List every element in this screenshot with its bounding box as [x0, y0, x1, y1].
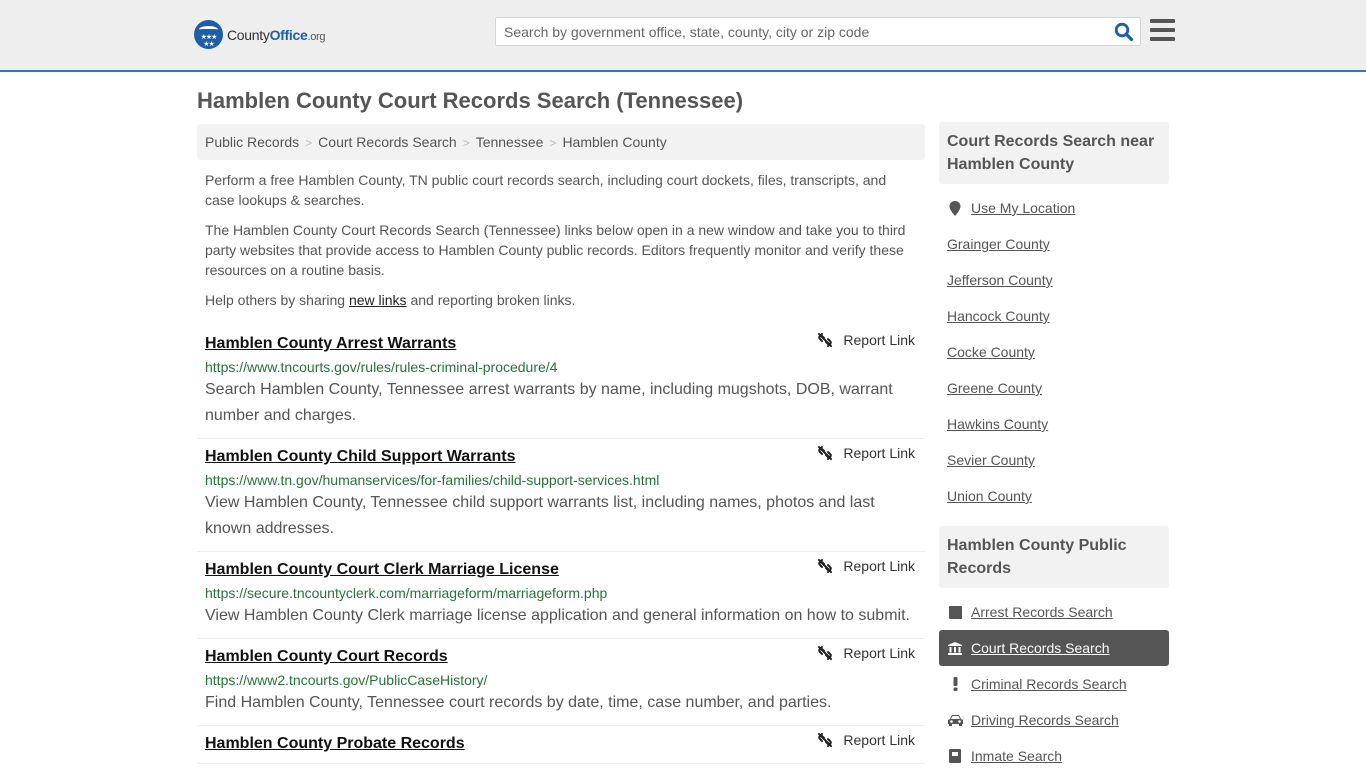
result-item: Hamblen County Arrest Warrants https://w…	[197, 326, 925, 439]
courthouse-icon	[947, 641, 963, 655]
public-records-list: Arrest Records Search Court Records Sear…	[939, 588, 1169, 782]
arrest-records-link[interactable]: Arrest Records Search	[971, 604, 1113, 620]
report-link-button[interactable]: Report Link	[817, 445, 915, 461]
inmate-icon	[947, 749, 963, 763]
result-item: Hamblen County Probate Records Report Li…	[197, 726, 925, 764]
nearby-county-link[interactable]: Grainger County	[947, 236, 1050, 252]
report-link-button[interactable]: Report Link	[817, 332, 915, 348]
breadcrumb-public-records[interactable]: Public Records	[205, 134, 299, 150]
result-item: Hamblen County Court Clerk Marriage Lice…	[197, 552, 925, 639]
records-item-criminal: Criminal Records Search	[939, 666, 1169, 702]
search-input[interactable]	[496, 18, 1106, 45]
result-url[interactable]: https://secure.tncountyclerk.com/marriag…	[205, 583, 917, 603]
result-description: Find Hamblen County, Tennessee court rec…	[205, 694, 832, 711]
logo-text: CountyOffice.org	[227, 26, 326, 43]
use-my-location-item: Use My Location	[939, 190, 1169, 226]
report-link-button[interactable]: Report Link	[817, 732, 915, 748]
broken-link-icon	[818, 733, 833, 747]
nearby-heading: Court Records Search near Hamblen County	[939, 122, 1169, 184]
result-title-link[interactable]: Hamblen County Arrest Warrants	[205, 334, 456, 354]
breadcrumb-tennessee[interactable]: Tennessee	[476, 134, 544, 150]
public-records-heading: Hamblen County Public Records	[939, 526, 1169, 588]
result-title-link[interactable]: Hamblen County Child Support Warrants	[205, 447, 516, 467]
breadcrumb-hamblen-county[interactable]: Hamblen County	[562, 134, 666, 150]
driving-records-link[interactable]: Driving Records Search	[971, 712, 1119, 728]
exclamation-icon	[947, 677, 963, 691]
nearby-county-item: Greene County	[939, 370, 1169, 406]
breadcrumb-separator: >	[462, 136, 470, 150]
intro-paragraph: The Hamblen County Court Records Search …	[205, 222, 906, 278]
records-item-driving: Driving Records Search	[939, 702, 1169, 738]
nearby-county-link[interactable]: Union County	[947, 488, 1032, 504]
nearby-county-item: Union County	[939, 478, 1169, 514]
nearby-county-link[interactable]: Hancock County	[947, 308, 1050, 324]
broken-link-icon	[818, 646, 833, 660]
nearby-county-link[interactable]: Hawkins County	[947, 416, 1048, 432]
breadcrumb-court-records-search[interactable]: Court Records Search	[318, 134, 457, 150]
report-link-button[interactable]: Report Link	[817, 558, 915, 574]
breadcrumb-separator: >	[305, 136, 313, 150]
result-url[interactable]: https://www.tncourts.gov/rules/rules-cri…	[205, 357, 917, 377]
breadcrumb-separator: >	[549, 136, 557, 150]
report-link-button[interactable]: Report Link	[817, 645, 915, 661]
nearby-county-item: Cocke County	[939, 334, 1169, 370]
result-title-link[interactable]: Hamblen County Probate Records	[205, 734, 465, 754]
breadcrumb: Public Records > Court Records Search > Tenn…	[197, 124, 925, 160]
nearby-county-link[interactable]: Jefferson County	[947, 272, 1053, 288]
broken-link-icon	[818, 559, 833, 573]
inmate-search-link[interactable]: Inmate Search	[971, 748, 1062, 764]
new-links-link[interactable]: new links	[349, 292, 407, 308]
top-bar: ★★★ ★★ CountyOffice.org	[0, 0, 1366, 72]
square-icon	[947, 605, 963, 619]
nearby-county-item: Hawkins County	[939, 406, 1169, 442]
site-logo[interactable]: ★★★ ★★ CountyOffice.org	[194, 20, 326, 49]
records-item-court: Court Records Search	[939, 630, 1169, 666]
car-icon	[947, 714, 963, 726]
result-url[interactable]: https://www2.tncourts.gov/PublicCaseHist…	[205, 670, 917, 690]
result-description: View Hamblen County, Tennessee child sup…	[205, 494, 875, 537]
records-item-inmate: Inmate Search	[939, 738, 1169, 774]
eagle-logo-icon: ★★★ ★★	[194, 20, 223, 49]
sidebar: Court Records Search near Hamblen County…	[939, 122, 1169, 782]
records-item-arrest: Arrest Records Search	[939, 594, 1169, 630]
page-title: Hamblen County Court Records Search (Ten…	[197, 88, 744, 113]
search-box	[495, 17, 1141, 46]
result-description: Search Hamblen County, Tennessee arrest …	[205, 381, 893, 424]
result-title-link[interactable]: Hamblen County Court Clerk Marriage Lice…	[205, 560, 559, 580]
results-list: Hamblen County Arrest Warrants https://w…	[197, 326, 925, 764]
nearby-county-item: Grainger County	[939, 226, 1169, 262]
map-marker-icon	[947, 200, 963, 216]
criminal-records-link[interactable]: Criminal Records Search	[971, 676, 1127, 692]
hamburger-menu-button[interactable]	[1150, 19, 1175, 41]
nearby-county-link[interactable]: Greene County	[947, 380, 1042, 396]
broken-link-icon	[818, 333, 833, 347]
broken-link-icon	[818, 446, 833, 460]
result-description: View Hamblen County Clerk marriage licen…	[205, 607, 910, 624]
nearby-county-link[interactable]: Cocke County	[947, 344, 1035, 360]
result-title-link[interactable]: Hamblen County Court Records	[205, 647, 448, 667]
nearby-county-item: Hancock County	[939, 298, 1169, 334]
help-paragraph: Help others by sharing new links and rep…	[205, 292, 576, 308]
nearby-county-item: Jefferson County	[939, 262, 1169, 298]
nearby-county-link[interactable]: Sevier County	[947, 452, 1035, 468]
result-url[interactable]: https://www.tn.gov/humanservices/for-fam…	[205, 470, 917, 490]
nearby-list: Use My Location Grainger County Jefferso…	[939, 184, 1169, 522]
nearby-county-item: Sevier County	[939, 442, 1169, 478]
result-item: Hamblen County Child Support Warrants ht…	[197, 439, 925, 552]
intro-paragraph: Perform a free Hamblen County, TN public…	[205, 172, 887, 208]
intro-text: Perform a free Hamblen County, TN public…	[205, 170, 917, 320]
search-icon	[1114, 22, 1134, 42]
result-item: Hamblen County Court Records https://www…	[197, 639, 925, 726]
court-records-link[interactable]: Court Records Search	[971, 640, 1110, 656]
search-button[interactable]	[1114, 22, 1134, 42]
use-my-location-link[interactable]: Use My Location	[971, 200, 1075, 216]
